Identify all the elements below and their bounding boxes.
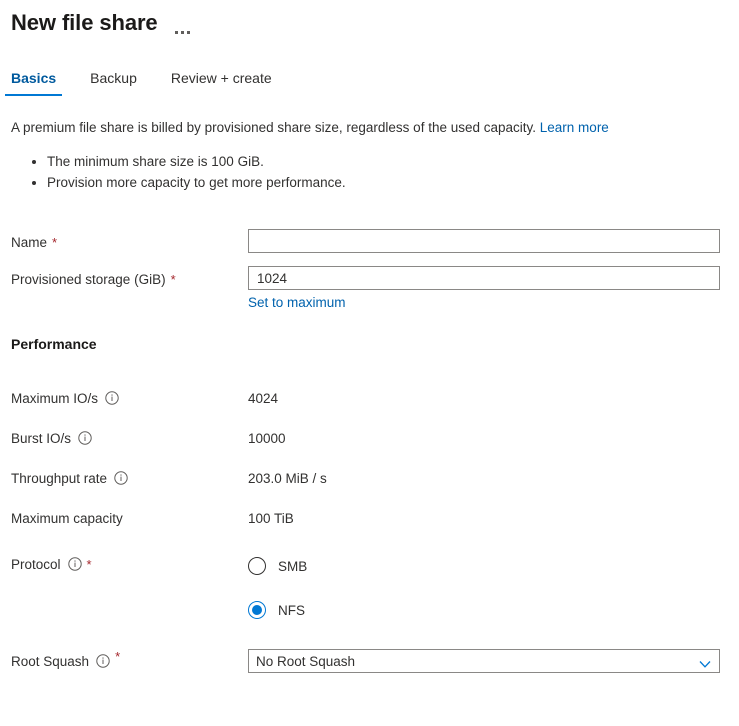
radio-option-nfs[interactable]: NFS: [248, 599, 307, 621]
ellipsis-dot: [181, 31, 184, 34]
info-icon[interactable]: [105, 391, 119, 405]
learn-more-link[interactable]: Learn more: [540, 120, 609, 135]
radio-label-nfs: NFS: [278, 603, 305, 618]
ellipsis-dot: [175, 31, 178, 34]
set-to-maximum-link[interactable]: Set to maximum: [248, 295, 346, 310]
set-to-maximum-wrap: Set to maximum: [248, 295, 739, 310]
info-icon[interactable]: [68, 557, 82, 571]
radio-circle-icon: [248, 557, 266, 575]
maximum-ios-label: Maximum IO/s: [0, 391, 248, 406]
field-row-protocol: Protocol * SMB NFS: [0, 555, 739, 621]
info-icon[interactable]: [78, 431, 92, 445]
ellipsis-dot: [187, 31, 190, 34]
provisioned-storage-label-text: Provisioned storage (GiB): [11, 269, 166, 291]
perf-row-maximum-ios: Maximum IO/s 4024: [0, 378, 739, 418]
required-asterisk: *: [171, 273, 176, 286]
info-icon[interactable]: [96, 654, 110, 668]
maximum-capacity-value: 100 TiB: [248, 511, 294, 526]
radio-option-smb[interactable]: SMB: [248, 555, 307, 577]
ellipsis-icon[interactable]: [175, 6, 190, 41]
performance-heading: Performance: [11, 336, 739, 352]
radio-label-smb: SMB: [278, 559, 307, 574]
name-field-wrap: [248, 229, 739, 253]
protocol-label-text: Protocol: [11, 557, 61, 572]
tab-review-create[interactable]: Review + create: [165, 68, 278, 96]
required-asterisk: *: [115, 650, 120, 663]
throughput-rate-value: 203.0 MiB / s: [248, 471, 327, 486]
intro-text: A premium file share is billed by provis…: [11, 120, 536, 135]
performance-list: Maximum IO/s 4024 Burst IO/s 10000 Throu…: [0, 378, 739, 538]
perf-row-burst-ios: Burst IO/s 10000: [0, 418, 739, 458]
intro-description: A premium file share is billed by provis…: [11, 118, 739, 137]
maximum-capacity-label: Maximum capacity: [0, 511, 248, 526]
tab-bar: Basics Backup Review + create: [0, 68, 739, 96]
protocol-radio-group: SMB NFS: [248, 555, 307, 621]
throughput-rate-label: Throughput rate: [0, 471, 248, 486]
required-asterisk: *: [52, 236, 57, 249]
burst-ios-value: 10000: [248, 431, 286, 446]
throughput-rate-label-text: Throughput rate: [11, 471, 107, 486]
page-title: New file share: [11, 8, 158, 38]
name-label-text: Name: [11, 232, 47, 254]
field-row-provisioned-storage: Provisioned storage (GiB) * Set to maxim…: [0, 266, 739, 310]
perf-row-maximum-capacity: Maximum capacity 100 TiB: [0, 498, 739, 538]
root-squash-select-wrap: No Root Squash Root Squash All Squash: [248, 649, 720, 673]
basics-form: Name * Provisioned storage (GiB) * Set t…: [0, 229, 739, 310]
provisioned-storage-field-wrap: Set to maximum: [248, 266, 739, 310]
maximum-ios-label-text: Maximum IO/s: [11, 391, 98, 406]
maximum-capacity-label-text: Maximum capacity: [11, 511, 123, 526]
burst-ios-label-text: Burst IO/s: [11, 431, 71, 446]
burst-ios-label: Burst IO/s: [0, 431, 248, 446]
field-row-root-squash: Root Squash * No Root Squash Root Squash…: [0, 649, 739, 673]
root-squash-select[interactable]: No Root Squash Root Squash All Squash: [248, 649, 720, 673]
radio-circle-selected-icon: [248, 601, 266, 619]
tab-basics[interactable]: Basics: [5, 68, 62, 96]
field-row-name: Name *: [0, 229, 739, 254]
root-squash-label-text: Root Squash: [11, 654, 89, 669]
name-input[interactable]: [248, 229, 720, 253]
provisioned-storage-label: Provisioned storage (GiB) *: [0, 266, 248, 291]
info-icon[interactable]: [114, 471, 128, 485]
required-asterisk: *: [87, 558, 92, 571]
intro-bullet-list: The minimum share size is 100 GiB. Provi…: [0, 151, 739, 193]
list-item: Provision more capacity to get more perf…: [47, 172, 739, 193]
tab-backup[interactable]: Backup: [84, 68, 143, 96]
name-label: Name *: [0, 229, 248, 254]
maximum-ios-value: 4024: [248, 391, 278, 406]
list-item: The minimum share size is 100 GiB.: [47, 151, 739, 172]
perf-row-throughput-rate: Throughput rate 203.0 MiB / s: [0, 458, 739, 498]
protocol-label: Protocol *: [0, 555, 248, 621]
provisioned-storage-input[interactable]: [248, 266, 720, 290]
page-header: New file share: [0, 0, 739, 40]
root-squash-label: Root Squash *: [0, 649, 248, 673]
